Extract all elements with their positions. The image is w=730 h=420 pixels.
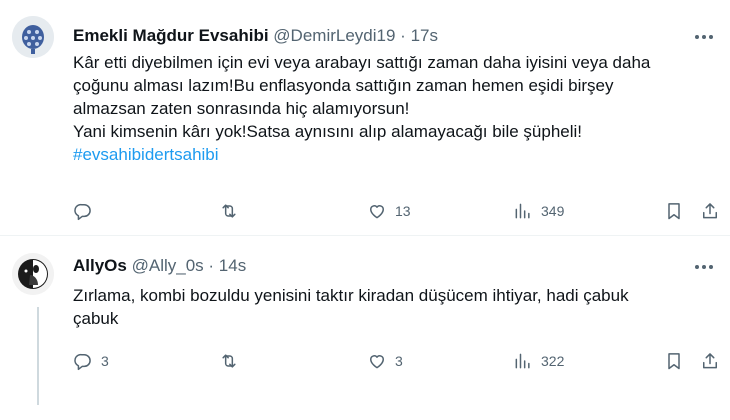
separator-dot: · bbox=[208, 256, 215, 275]
views-button[interactable]: 349 bbox=[513, 199, 564, 223]
tweet-line: Yani kimsenin kârı yok!Satsa aynısını al… bbox=[73, 122, 583, 141]
hashtag-link[interactable]: #evsahibidertsahibi bbox=[73, 143, 713, 166]
tweet-header: AllyOs @Ally_0s · 14s bbox=[73, 255, 246, 277]
more-icon[interactable] bbox=[692, 27, 716, 47]
tweet[interactable]: AllyOs @Ally_0s · 14s Zırlama, kombi boz… bbox=[0, 237, 730, 420]
like-button[interactable]: 13 bbox=[367, 199, 411, 223]
like-button[interactable]: 3 bbox=[367, 349, 403, 373]
reply-icon bbox=[74, 203, 91, 221]
share-icon bbox=[703, 353, 717, 369]
avatar[interactable] bbox=[12, 253, 54, 295]
timestamp[interactable]: 17s bbox=[411, 26, 438, 45]
like-count: 13 bbox=[395, 203, 411, 219]
separator-dot: · bbox=[400, 26, 406, 45]
more-icon[interactable] bbox=[692, 257, 716, 277]
reply-icon bbox=[74, 353, 91, 371]
tweet-line: çoğunu alması lazım!Bu enflasyonda sattı… bbox=[73, 76, 614, 95]
user-handle[interactable]: @Ally_0s bbox=[132, 256, 204, 275]
like-icon bbox=[370, 205, 384, 219]
tweet-line: Kâr etti diyebilmen için evi veya arabay… bbox=[73, 53, 651, 72]
timestamp[interactable]: 14s bbox=[219, 256, 246, 275]
tweet-header: Emekli Mağdur Evsahibi @DemirLeydi19 · 1… bbox=[73, 25, 438, 47]
bookmark-icon bbox=[668, 353, 680, 370]
avatar[interactable] bbox=[12, 16, 54, 58]
retweet-icon bbox=[222, 204, 236, 218]
thread-line bbox=[37, 307, 39, 405]
retweet-button[interactable] bbox=[219, 199, 247, 223]
share-button[interactable] bbox=[700, 349, 720, 373]
action-bar: 3 3 322 bbox=[73, 349, 723, 373]
share-button[interactable] bbox=[700, 199, 720, 223]
views-count: 322 bbox=[541, 353, 565, 369]
views-icon bbox=[515, 353, 530, 369]
tweet-line: almazsan zaten sonrasında hiç alamıyorsu… bbox=[73, 99, 410, 118]
bookmark-button[interactable] bbox=[664, 199, 684, 223]
bookmark-button[interactable] bbox=[664, 349, 684, 373]
display-name[interactable]: AllyOs bbox=[73, 256, 127, 275]
user-handle[interactable]: @DemirLeydi19 bbox=[273, 26, 395, 45]
share-icon bbox=[703, 203, 717, 219]
display-name[interactable]: Emekli Mağdur Evsahibi bbox=[73, 26, 269, 45]
bookmark-icon bbox=[668, 203, 680, 220]
retweet-icon bbox=[222, 354, 236, 368]
tweet-text: Zırlama, kombi bozuldu yenisini taktır k… bbox=[73, 284, 713, 330]
tweet-line: çabuk bbox=[73, 309, 119, 328]
like-icon bbox=[370, 355, 384, 369]
reply-count: 3 bbox=[101, 353, 109, 369]
reply-button[interactable]: 3 bbox=[73, 349, 109, 373]
tweet-line: Zırlama, kombi bozuldu yenisini taktır k… bbox=[73, 286, 629, 305]
views-button[interactable]: 322 bbox=[513, 349, 564, 373]
retweet-button[interactable] bbox=[219, 349, 247, 373]
tweet-text: Kâr etti diyebilmen için evi veya arabay… bbox=[73, 51, 713, 166]
tweet[interactable]: Emekli Mağdur Evsahibi @DemirLeydi19 · 1… bbox=[0, 0, 730, 236]
action-bar: 13 349 bbox=[73, 199, 723, 223]
views-count: 349 bbox=[541, 203, 565, 219]
views-icon bbox=[515, 203, 530, 219]
like-count: 3 bbox=[395, 353, 403, 369]
reply-button[interactable] bbox=[73, 199, 101, 223]
